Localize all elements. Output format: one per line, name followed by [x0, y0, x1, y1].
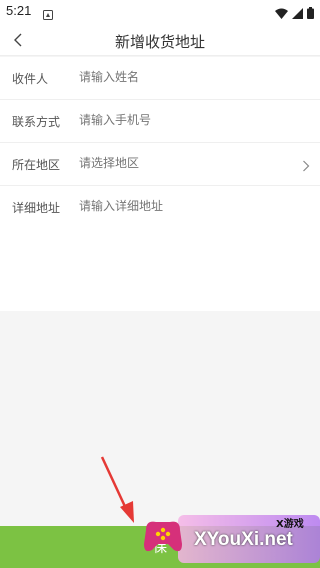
watermark-tag: X游戏 [276, 519, 304, 530]
recipient-label: 收件人 [12, 72, 49, 86]
recipient-row[interactable]: 收件人 [0, 57, 320, 100]
region-label: 所在地区 [12, 158, 61, 172]
status-bar: 5:21 [0, 0, 320, 24]
chevron-right-icon [302, 157, 310, 176]
recipient-input[interactable] [79, 70, 289, 84]
phone-label: 联系方式 [12, 115, 61, 129]
watermark: X游戏 XYouXi.net [138, 509, 320, 568]
battery-icon [307, 4, 314, 23]
signal-icon [292, 4, 303, 23]
status-icons [275, 4, 314, 23]
phone-row[interactable]: 联系方式 [0, 100, 320, 143]
detail-address-label: 详细地址 [12, 201, 61, 215]
gamepad-logo-icon [144, 521, 182, 552]
detail-address-input[interactable] [79, 199, 289, 213]
region-select[interactable] [79, 156, 289, 170]
page-header: 新增收货地址 [0, 24, 320, 56]
wifi-icon [275, 4, 288, 23]
region-row[interactable]: 所在地区 [0, 143, 320, 186]
annotation-arrow-icon [100, 456, 134, 523]
detail-address-row[interactable]: 详细地址 [0, 186, 320, 229]
phone-input[interactable] [79, 113, 289, 127]
watermark-site: XYouXi.net [194, 529, 293, 550]
page-title: 新增收货地址 [114, 33, 205, 51]
sim-icon [43, 5, 53, 24]
address-form: 收件人 联系方式 所在地区 详细地址 [0, 57, 320, 311]
status-time: 5:21 [6, 3, 32, 18]
